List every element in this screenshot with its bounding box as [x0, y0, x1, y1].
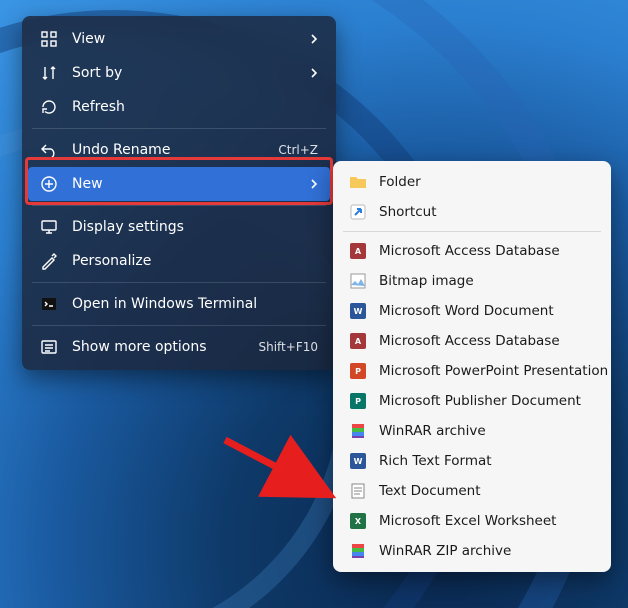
submenu-item-shortcut[interactable]: Shortcut — [339, 197, 605, 227]
menu-item-accelerator: Ctrl+Z — [278, 143, 318, 157]
menu-item-terminal[interactable]: Open in Windows Terminal — [28, 287, 330, 321]
bitmap-icon — [349, 272, 367, 290]
submenu-item-ppt[interactable]: P Microsoft PowerPoint Presentation — [339, 356, 605, 386]
access-icon: A — [349, 332, 367, 350]
menu-item-label: View — [72, 31, 304, 47]
pub-icon: P — [349, 392, 367, 410]
submenu-item-label: Microsoft Access Database — [379, 243, 595, 259]
menu-item-label: Display settings — [72, 219, 318, 235]
submenu-item-folder[interactable]: Folder — [339, 167, 605, 197]
menu-item-display[interactable]: Display settings — [28, 210, 330, 244]
menu-item-accelerator: Shift+F10 — [258, 340, 318, 354]
submenu-item-pub[interactable]: P Microsoft Publisher Document — [339, 386, 605, 416]
word-icon: W — [349, 302, 367, 320]
menu-item-refresh[interactable]: Refresh — [28, 90, 330, 124]
submenu-item-zip[interactable]: WinRAR ZIP archive — [339, 536, 605, 566]
submenu-item-label: Microsoft Publisher Document — [379, 393, 595, 409]
menu-item-new[interactable]: New — [28, 167, 330, 201]
grid-icon — [40, 30, 58, 48]
submenu-item-txt[interactable]: Text Document — [339, 476, 605, 506]
submenu-item-access[interactable]: A Microsoft Access Database — [339, 326, 605, 356]
chevron-right-icon — [304, 34, 318, 44]
menu-item-label: Open in Windows Terminal — [72, 296, 318, 312]
ppt-icon: P — [349, 362, 367, 380]
menu-item-label: Refresh — [72, 99, 318, 115]
new-submenu: Folder Shortcut A Microsoft Access Datab… — [333, 161, 611, 572]
menu-item-sortby[interactable]: Sort by — [28, 56, 330, 90]
submenu-item-access[interactable]: A Microsoft Access Database — [339, 236, 605, 266]
refresh-icon — [40, 98, 58, 116]
new-icon — [40, 175, 58, 193]
undo-icon — [40, 141, 58, 159]
menu-item-label: Show more options — [72, 339, 250, 355]
submenu-item-label: Microsoft Word Document — [379, 303, 595, 319]
rtf-icon: W — [349, 452, 367, 470]
submenu-item-label: WinRAR archive — [379, 423, 595, 439]
submenu-item-label: WinRAR ZIP archive — [379, 543, 595, 559]
menu-separator — [32, 325, 326, 326]
menu-separator — [32, 205, 326, 206]
excel-icon: X — [349, 512, 367, 530]
shortcut-icon — [349, 203, 367, 221]
menu-item-more[interactable]: Show more options Shift+F10 — [28, 330, 330, 364]
txt-icon — [349, 482, 367, 500]
submenu-separator — [343, 231, 601, 232]
submenu-item-label: Microsoft PowerPoint Presentation — [379, 363, 608, 379]
menu-item-label: Personalize — [72, 253, 318, 269]
zip-icon — [349, 542, 367, 560]
submenu-item-word[interactable]: W Microsoft Word Document — [339, 296, 605, 326]
sort-icon — [40, 64, 58, 82]
menu-item-label: Sort by — [72, 65, 304, 81]
chevron-right-icon — [304, 68, 318, 78]
menu-separator — [32, 282, 326, 283]
submenu-item-excel[interactable]: X Microsoft Excel Worksheet — [339, 506, 605, 536]
menu-item-label: New — [72, 176, 304, 192]
personalize-icon — [40, 252, 58, 270]
menu-item-personalize[interactable]: Personalize — [28, 244, 330, 278]
menu-item-label: Undo Rename — [72, 142, 270, 158]
rar-icon — [349, 422, 367, 440]
menu-item-view[interactable]: View — [28, 22, 330, 56]
menu-item-undo[interactable]: Undo Rename Ctrl+Z — [28, 133, 330, 167]
submenu-item-rtf[interactable]: W Rich Text Format — [339, 446, 605, 476]
submenu-item-label: Rich Text Format — [379, 453, 595, 469]
folder-icon — [349, 173, 367, 191]
submenu-item-label: Microsoft Excel Worksheet — [379, 513, 595, 529]
chevron-right-icon — [304, 179, 318, 189]
desktop-background: View Sort by Refresh Undo Rename Ctrl+Z — [0, 0, 628, 608]
terminal-icon — [40, 295, 58, 313]
context-menu: View Sort by Refresh Undo Rename Ctrl+Z — [22, 16, 336, 370]
menu-separator — [32, 128, 326, 129]
submenu-item-rar[interactable]: WinRAR archive — [339, 416, 605, 446]
submenu-item-bitmap[interactable]: Bitmap image — [339, 266, 605, 296]
submenu-item-label: Text Document — [379, 483, 595, 499]
access-icon: A — [349, 242, 367, 260]
submenu-item-label: Microsoft Access Database — [379, 333, 595, 349]
submenu-item-label: Bitmap image — [379, 273, 595, 289]
display-icon — [40, 218, 58, 236]
submenu-item-label: Shortcut — [379, 204, 595, 220]
more-icon — [40, 338, 58, 356]
submenu-item-label: Folder — [379, 174, 595, 190]
